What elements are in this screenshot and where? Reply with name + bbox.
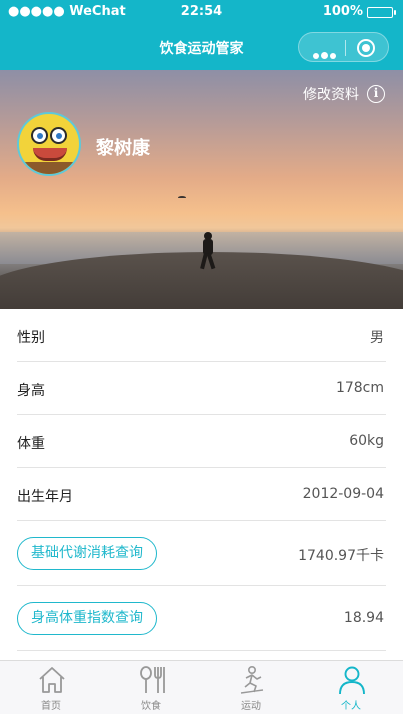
avatar[interactable] (17, 112, 81, 176)
weight-row: 体重 60kg (17, 415, 386, 468)
birthdate-label: 出生年月 (17, 489, 73, 505)
bmi-query-button[interactable]: 身高体重指数查询 (17, 602, 157, 635)
home-icon (39, 667, 65, 693)
cutlery-icon (140, 666, 165, 693)
bird-silhouette (178, 196, 186, 199)
tab-home[interactable]: 首页 (1, 661, 101, 714)
tab-diet-label: 饮食 (141, 701, 161, 712)
birthdate-row: 出生年月 2012-09-04 (17, 468, 386, 521)
mini-program-capsule (298, 32, 389, 62)
capsule-divider (345, 40, 346, 56)
bmr-row: 基础代谢消耗查询 1740.97千卡 (17, 521, 386, 586)
info-icon: i (367, 85, 385, 103)
more-icon[interactable] (313, 44, 339, 59)
birthdate-value: 2012-09-04 (302, 486, 384, 502)
edit-profile-link[interactable]: 修改资料 i (303, 84, 385, 104)
person-icon (339, 666, 365, 695)
weight-label: 体重 (17, 436, 45, 452)
height-label: 身高 (17, 383, 45, 399)
bmr-value: 1740.97千卡 (298, 548, 384, 564)
tab-home-label: 首页 (41, 701, 61, 712)
gender-label: 性别 (17, 330, 45, 346)
top-bar: ●●●●● WeChat 22:54 100% 饮食运动管家 (0, 0, 403, 70)
tab-exercise-label: 运动 (241, 701, 261, 712)
bmi-row: 身高体重指数查询 18.94 (17, 586, 386, 651)
gender-row: 性别 男 (17, 309, 386, 362)
runner-silhouette (200, 232, 216, 270)
bmr-query-button[interactable]: 基础代谢消耗查询 (17, 537, 157, 570)
height-row: 身高 178cm (17, 362, 386, 415)
gender-value: 男 (370, 330, 384, 346)
tab-profile[interactable]: 个人 (301, 661, 401, 714)
profile-screen: ●●●●● WeChat 22:54 100% 饮食运动管家 修改资料 i 黎树… (0, 0, 403, 714)
profile-header: 修改资料 i 黎树康 (0, 70, 403, 309)
height-value: 178cm (335, 380, 384, 396)
edit-profile-label: 修改资料 (303, 87, 359, 103)
status-bar: ●●●●● WeChat 22:54 100% (0, 0, 403, 24)
profile-info-list: 性别 男 身高 178cm 体重 60kg 出生年月 2012-09-04 基础… (0, 309, 403, 651)
tab-exercise[interactable]: 运动 (201, 661, 301, 714)
tab-profile-label: 个人 (341, 701, 361, 712)
tab-diet[interactable]: 饮食 (101, 661, 201, 714)
user-name: 黎树康 (96, 138, 150, 159)
tab-bar: 首页 饮食 运动 个人 (0, 660, 403, 714)
weight-value: 60kg (349, 433, 384, 449)
running-icon (240, 665, 264, 694)
battery-percent: 100% (322, 4, 363, 19)
close-mini-program-icon[interactable] (357, 39, 375, 57)
battery-icon (367, 7, 396, 18)
bmi-value: 18.94 (343, 610, 384, 626)
